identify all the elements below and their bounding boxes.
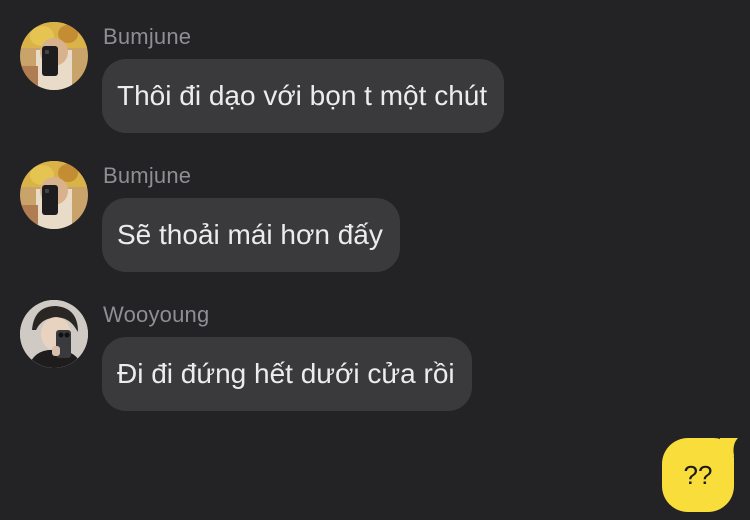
sender-name: Bumjune (103, 24, 192, 49)
sender-avatar[interactable] (20, 161, 88, 229)
avatar-photo-icon (20, 300, 88, 368)
sender-avatar[interactable] (20, 300, 88, 368)
sender-name: Wooyoung (103, 302, 210, 327)
bubble-tail-icon (720, 438, 738, 456)
sender-name: Bumjune (103, 163, 192, 188)
message-bubble[interactable]: Đi đi đứng hết dưới cửa rồi (102, 337, 472, 411)
message-bubble[interactable]: Sẽ thoải mái hơn đấy (102, 198, 400, 272)
chat-thread: Bumjune Thôi đi dạo với bọn t một chút B… (0, 0, 750, 520)
avatar-photo-icon (20, 22, 88, 90)
avatar-photo-icon (20, 161, 88, 229)
message-bubble[interactable]: Thôi đi dạo với bọn t một chút (102, 59, 505, 133)
sender-avatar[interactable] (20, 22, 88, 90)
